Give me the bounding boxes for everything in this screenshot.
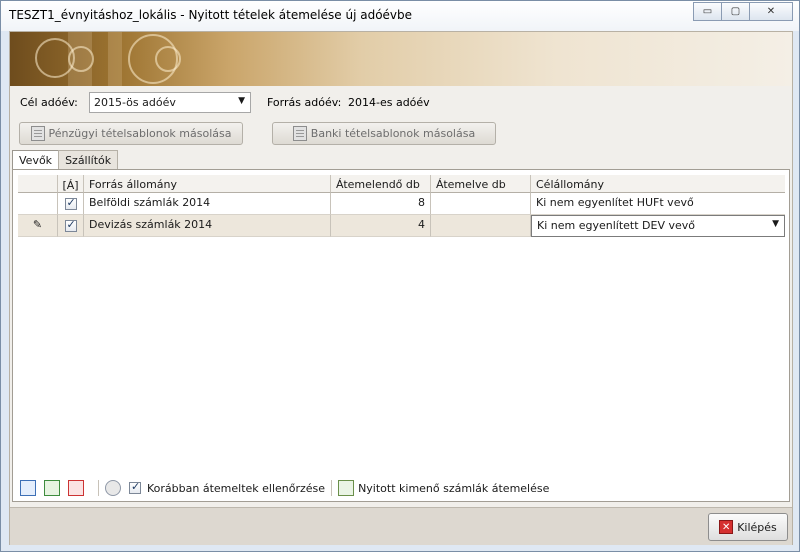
chevron-down-icon: ▼ — [772, 219, 779, 229]
check-previous-checkbox[interactable] — [129, 480, 141, 494]
tab-strip: Vevők Szállítók — [12, 150, 119, 170]
toolbar-separator — [331, 480, 333, 496]
to-transfer-cell[interactable]: 4 — [331, 215, 431, 237]
tab-customers[interactable]: Vevők — [12, 150, 60, 170]
gear-icon[interactable] — [105, 480, 121, 496]
copy-financial-templates-button[interactable]: Pénzügyi tételsablonok másolása — [19, 122, 243, 145]
maximize-button[interactable]: ▢ — [721, 2, 750, 21]
app-window: TESZT1_évnyitáshoz_lokális - Nyitott tét… — [0, 0, 800, 552]
checkmark-icon — [64, 218, 77, 232]
source-cell[interactable]: Belföldi számlák 2014 — [84, 193, 331, 215]
table-row[interactable]: Belföldi számlák 2014 8 Ki nem egyenlíte… — [18, 193, 785, 215]
window-title: TESZT1_évnyitáshoz_lokális - Nyitott tét… — [9, 8, 413, 22]
copy-bank-label: Banki tételsablonok másolása — [310, 127, 476, 140]
transferred-cell[interactable] — [431, 193, 531, 215]
column-header-to-transfer[interactable]: Átemelendő db — [331, 175, 431, 193]
transfer-outgoing-icon[interactable] — [338, 480, 355, 496]
close-icon: ✕ — [719, 520, 734, 534]
check-previous-label: Korábban átemeltek ellenőrzése — [147, 481, 326, 495]
target-dropdown[interactable]: Ki nem egyenlített DEV vevő ▼ — [531, 215, 785, 237]
target-year-value: 2015-ös adóév — [94, 96, 176, 109]
column-header-selected[interactable]: [Á] — [58, 175, 84, 193]
edit-pencil-icon: ✎ — [18, 215, 58, 237]
toolbar-separator — [98, 480, 99, 496]
tab-panel: [Á] Forrás állomány Átemelendő db Átemel… — [12, 169, 790, 502]
column-header-transferred[interactable]: Átemelve db — [431, 175, 531, 193]
source-cell[interactable]: Devizás számlák 2014 — [84, 215, 331, 237]
minimize-button[interactable]: ▭ — [693, 2, 722, 21]
export-icon[interactable] — [44, 480, 60, 496]
window-controls: ▭ ▢ ✕ — [693, 2, 793, 21]
row-checkbox[interactable] — [58, 215, 84, 237]
copy-bank-templates-button[interactable]: Banki tételsablonok másolása — [272, 122, 496, 145]
document-copy-icon — [30, 126, 45, 141]
header-banner — [10, 32, 792, 86]
to-transfer-cell[interactable]: 8 — [331, 193, 431, 215]
close-button[interactable]: ✕ — [749, 2, 793, 21]
grid-header: [Á] Forrás állomány Átemelendő db Átemel… — [18, 175, 785, 193]
source-year-label: Forrás adóév: — [267, 96, 342, 109]
target-cell[interactable]: Ki nem egyenlítet HUFt vevő — [531, 193, 785, 215]
copy-financial-label: Pénzügyi tételsablonok másolása — [48, 127, 232, 140]
row-checkbox[interactable] — [58, 193, 84, 215]
target-year-select[interactable]: 2015-ös adóév ▼ — [89, 92, 251, 113]
column-header-indicator — [18, 175, 58, 193]
column-header-target[interactable]: Célállomány — [531, 175, 785, 193]
row-indicator — [18, 193, 58, 215]
footer-bar: ✕ Kilépés — [10, 507, 792, 545]
exit-button[interactable]: ✕ Kilépés — [708, 513, 788, 541]
transfer-outgoing-label[interactable]: Nyitott kimenő számlák átemelése — [358, 482, 549, 495]
bottom-toolbar: Korábban átemeltek ellenőrzése Nyitott k… — [20, 478, 549, 498]
delete-icon[interactable] — [68, 480, 84, 496]
document-copy-icon — [292, 126, 307, 141]
chevron-down-icon: ▼ — [238, 96, 245, 106]
source-year-value: 2014-es adóév — [348, 96, 430, 109]
column-header-source[interactable]: Forrás állomány — [84, 175, 331, 193]
checkmark-icon — [64, 196, 77, 210]
exit-label: Kilépés — [737, 520, 777, 534]
tab-suppliers[interactable]: Szállítók — [58, 150, 119, 169]
target-dropdown-value: Ki nem egyenlített DEV vevő — [537, 219, 695, 232]
dialog-client: Cél adóév: 2015-ös adóév ▼ Forrás adóév:… — [9, 31, 793, 545]
title-bar: TESZT1_évnyitáshoz_lokális - Nyitott tét… — [1, 1, 799, 31]
table-row[interactable]: ✎ Devizás számlák 2014 4 Ki nem egyenlít… — [18, 215, 785, 237]
import-icon[interactable] — [20, 480, 36, 496]
target-year-label: Cél adóév: — [20, 96, 78, 109]
transferred-cell[interactable] — [431, 215, 531, 237]
